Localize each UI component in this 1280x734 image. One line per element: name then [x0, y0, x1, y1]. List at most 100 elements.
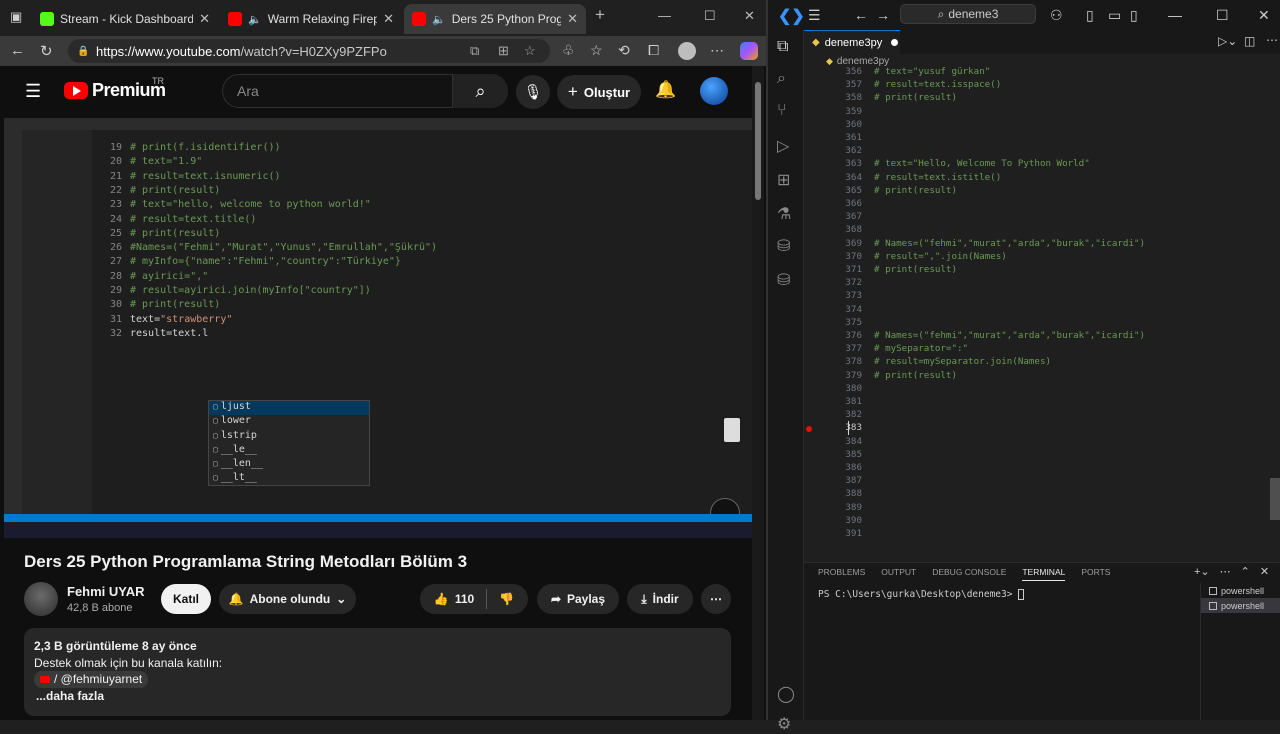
download-button[interactable]: ⤓ İndir [627, 584, 693, 614]
editor-tab[interactable]: ◆ deneme3py [804, 30, 900, 54]
maximize-icon[interactable]: ☐ [1216, 7, 1229, 24]
close-tab-icon[interactable]: ✕ [199, 11, 210, 27]
back-icon[interactable]: ← [10, 42, 25, 59]
explorer-icon[interactable]: ⧉ [777, 38, 788, 56]
hamburger-menu-icon[interactable]: ☰ [808, 7, 821, 24]
panel-tab-ports[interactable]: PORTS [1081, 567, 1110, 581]
menu-dots-icon[interactable]: ⋯ [710, 42, 724, 59]
editor-line[interactable]: 374 [804, 304, 874, 317]
extensions-icon[interactable]: ⊞ [777, 170, 790, 190]
close-window-icon[interactable]: ✕ [744, 8, 755, 24]
editor-line[interactable]: 381 [804, 396, 874, 409]
editor-line[interactable]: 370 # result=",".join(Names) [804, 251, 1006, 264]
editor-line[interactable]: 379 # print(result) [804, 370, 957, 383]
forward-icon[interactable]: → [876, 7, 890, 23]
video-player[interactable]: 19 # print(f.isidentifier()) 20 # text="1.9… [4, 118, 752, 538]
toggle-secondary-sidebar-icon[interactable]: ▯ [1130, 7, 1138, 24]
terminal-list-item[interactable]: powershell [1201, 598, 1280, 613]
url-field[interactable]: 🔒 https://www.youtube.com/watch?v=H0ZXy9… [68, 39, 550, 63]
editor-line[interactable]: 387 [804, 475, 874, 488]
share-button[interactable]: ➦ Paylaş [537, 584, 619, 614]
editor-line[interactable]: 372 [804, 277, 874, 290]
editor-line[interactable]: 356 # text="yusuf gürkan" [804, 66, 990, 79]
command-center-search[interactable]: ⌕ deneme3 [900, 4, 1036, 24]
editor-line[interactable]: 371 # print(result) [804, 264, 957, 277]
panel-tab-debug-console[interactable]: DEBUG CONSOLE [932, 567, 1006, 581]
extensions-icon[interactable]: ⊞ [498, 43, 509, 59]
editor-line[interactable]: 363 # text="Hello, Welcome To Python Worl… [804, 158, 1089, 171]
screenshot-icon[interactable]: ⧠ [648, 42, 659, 59]
editor-scrollbar[interactable] [1270, 478, 1280, 520]
search-icon[interactable]: ⌕ [777, 70, 786, 88]
editor-line[interactable]: 389 [804, 502, 874, 515]
editor-line[interactable]: 388 [804, 488, 874, 501]
panel-tab-output[interactable]: OUTPUT [881, 567, 916, 581]
toggle-panel-icon[interactable]: ▭ [1108, 7, 1121, 24]
source-control-icon[interactable]: ⑂ [777, 102, 787, 120]
description-box[interactable]: 2,3 B görüntüleme 8 ay önce Destek olmak… [24, 628, 731, 716]
voice-search-button[interactable]: 🎙 [516, 75, 550, 109]
editor-line[interactable]: 377 # mySeparator=":" [804, 343, 968, 356]
editor-line[interactable]: 391 [804, 528, 874, 541]
editor-line[interactable]: 383 [804, 422, 874, 435]
subscribed-button[interactable]: 🔔 Abone olundu ⌄ [219, 584, 356, 614]
toggle-primary-sidebar-icon[interactable]: ▯ [1086, 7, 1094, 24]
breakpoint-dot[interactable] [806, 426, 812, 432]
favorites-icon[interactable]: ☆ [590, 42, 603, 59]
editor-line[interactable]: 368 [804, 224, 874, 237]
browser-tab-kick[interactable]: Stream - Kick Dashboard ✕ [32, 4, 218, 34]
more-actions-icon[interactable]: ⋯ [1220, 565, 1231, 578]
channel-avatar[interactable] [24, 582, 58, 616]
editor-line[interactable]: 367 [804, 211, 874, 224]
terminal-output[interactable]: PS C:\Users\gurka\Desktop\deneme3> [818, 589, 1025, 600]
code-editor[interactable]: 356 # text="yusuf gürkan" 357 # result=text… [804, 66, 1268, 562]
close-tab-icon[interactable]: ✕ [383, 11, 394, 27]
editor-line[interactable]: 378 # result=mySeparator.join(Names) [804, 356, 1051, 369]
back-icon[interactable]: ← [854, 7, 868, 23]
python-env-icon[interactable]: ⛁ [777, 270, 790, 290]
youtube-logo[interactable]: Premium TR [64, 76, 166, 101]
like-count[interactable]: 110 [455, 592, 474, 606]
new-terminal-icon[interactable]: +⌄ [1194, 565, 1210, 578]
menu-icon[interactable]: ☰ [25, 81, 41, 102]
account-avatar[interactable] [700, 77, 728, 105]
run-icon[interactable]: ▷⌄ [1218, 34, 1237, 48]
testing-icon[interactable]: ⚗ [777, 204, 791, 224]
app-available-icon[interactable]: ⧉ [470, 43, 479, 59]
copilot-icon[interactable]: ⚇ [1050, 7, 1063, 24]
close-tab-icon[interactable]: ✕ [567, 11, 578, 27]
editor-line[interactable]: 385 [804, 449, 874, 462]
editor-line[interactable]: 361 [804, 132, 874, 145]
terminal-list-item[interactable]: powershell [1201, 583, 1280, 598]
editor-line[interactable]: 364 # result=text.istitle() [804, 172, 1001, 185]
panel-tab-terminal[interactable]: TERMINAL [1022, 567, 1066, 581]
editor-line[interactable]: 360 [804, 119, 874, 132]
search-button[interactable]: ⌕ [452, 74, 508, 108]
like-icon[interactable]: 👍 [434, 592, 449, 606]
copilot-icon[interactable] [740, 42, 758, 60]
close-panel-icon[interactable]: ✕ [1260, 565, 1269, 578]
new-tab-icon[interactable]: + [595, 5, 605, 25]
create-button[interactable]: + Oluştur [557, 75, 641, 109]
editor-line[interactable]: 366 [804, 198, 874, 211]
browser-essentials-icon[interactable]: ♧ [562, 42, 575, 59]
dislike-icon[interactable]: 👎 [499, 592, 514, 606]
editor-line[interactable]: 382 [804, 409, 874, 422]
show-more-link[interactable]: ...daha fazla [34, 688, 721, 705]
unsaved-dot-icon[interactable] [891, 39, 899, 46]
settings-gear-icon[interactable]: ⚙ [777, 714, 791, 734]
run-debug-icon[interactable]: ▷ [777, 136, 789, 156]
editor-line[interactable]: 384 [804, 436, 874, 449]
editor-line[interactable]: 365 # print(result) [804, 185, 957, 198]
editor-line[interactable]: 369 # Names=("fehmi","murat","arda","bura… [804, 238, 1145, 251]
maximize-icon[interactable]: ☐ [704, 8, 716, 24]
profile-icon[interactable] [678, 42, 696, 60]
refresh-icon[interactable]: ↻ [40, 42, 53, 60]
python-icon[interactable]: ⛁ [777, 236, 790, 256]
editor-line[interactable]: 358 # print(result) [804, 92, 957, 105]
more-actions-icon[interactable]: ⋯ [1266, 33, 1278, 47]
more-actions-button[interactable]: ⋯ [701, 584, 731, 614]
editor-line[interactable]: 376 # Names=("fehmi","murat","arda","bura… [804, 330, 1145, 343]
editor-line[interactable]: 373 [804, 290, 874, 303]
speaker-icon[interactable]: 🔈 [248, 13, 262, 26]
